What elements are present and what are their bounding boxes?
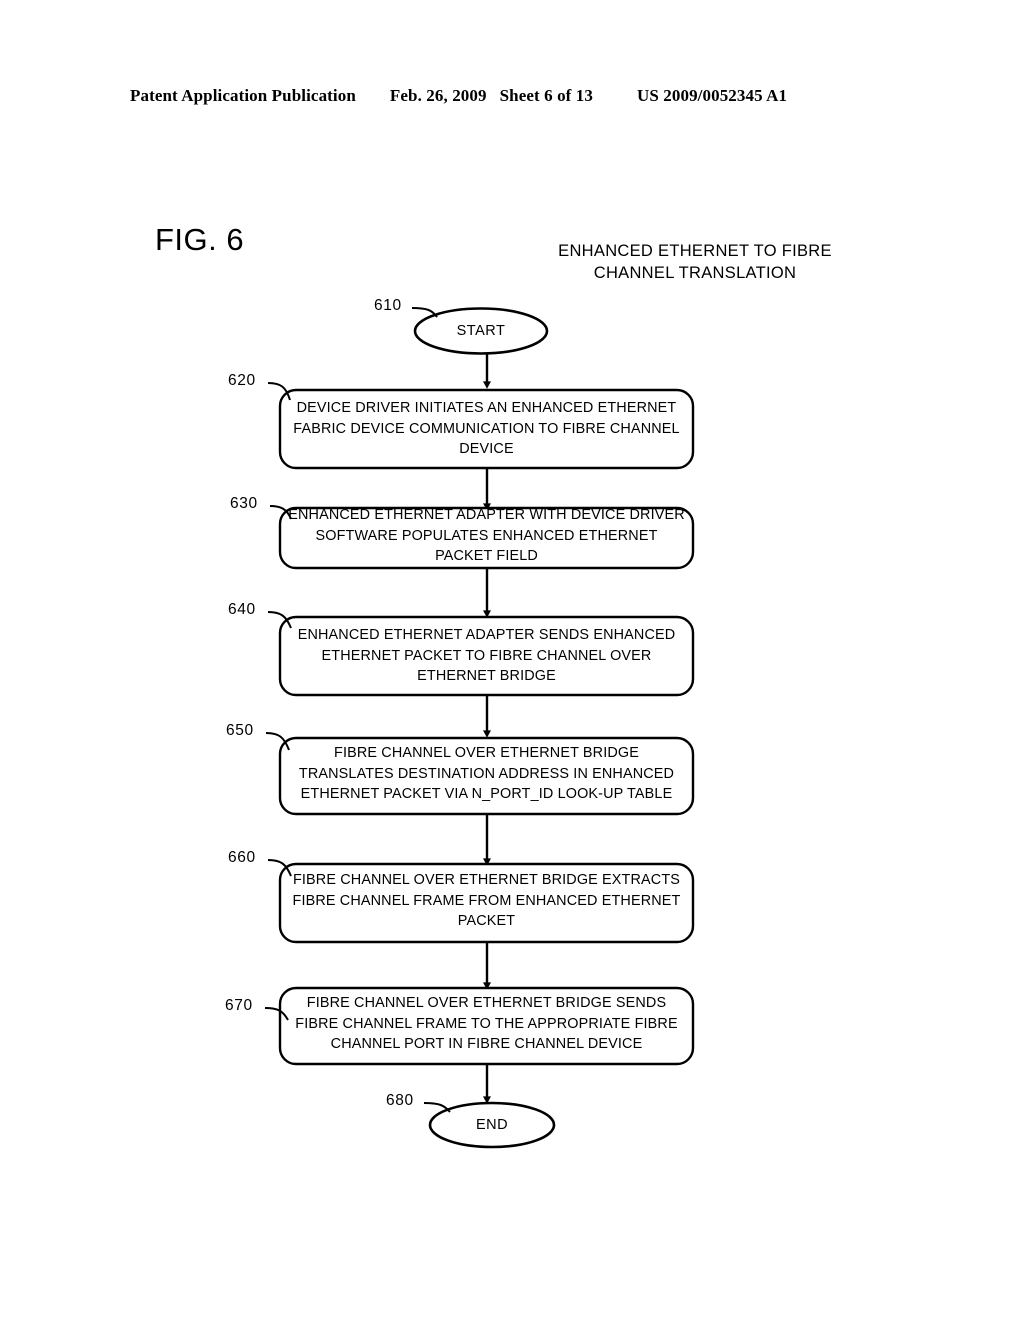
flow-node-650-label: FIBRE CHANNEL OVER ETHERNET BRIDGE TRANS…: [298, 745, 675, 803]
flow-node-640[interactable]: ENHANCED ETHERNET ADAPTER SENDS ENHANCED…: [283, 617, 690, 695]
figure-title: ENHANCED ETHERNET TO FIBRE CHANNEL TRANS…: [500, 240, 890, 284]
ref-numeral-640: 640: [228, 601, 256, 618]
flow-node-620[interactable]: DEVICE DRIVER INITIATES AN ENHANCED ETHE…: [283, 390, 690, 468]
figure-label: FIG. 6: [155, 222, 245, 257]
ref-numeral-630: 630: [230, 495, 258, 512]
flow-node-end[interactable]: END: [430, 1103, 554, 1148]
ref-numeral-670: 670: [225, 997, 253, 1014]
flow-node-630[interactable]: ENHANCED ETHERNET ADAPTER WITH DEVICE DR…: [281, 503, 692, 569]
flow-node-630-label: ENHANCED ETHERNET ADAPTER WITH DEVICE DR…: [288, 507, 685, 565]
figure-title-line-2: CHANNEL TRANSLATION: [593, 264, 797, 282]
ref-numeral-610: 610: [374, 297, 402, 314]
flow-node-start-label: START: [456, 323, 506, 340]
ref-numeral-620: 620: [228, 372, 256, 389]
ref-numeral-660: 660: [228, 849, 256, 866]
flow-node-end-label: END: [475, 1117, 509, 1134]
flow-node-670[interactable]: FIBRE CHANNEL OVER ETHERNET BRIDGE SENDS…: [281, 986, 692, 1062]
header-patent-number: US 2009/0052345 A1: [636, 86, 788, 105]
ref-numeral-680: 680: [386, 1092, 414, 1109]
flow-node-660-label: FIBRE CHANNEL OVER ETHERNET BRIDGE EXTRA…: [292, 872, 681, 930]
flow-node-670-label: FIBRE CHANNEL OVER ETHERNET BRIDGE SENDS…: [295, 995, 678, 1053]
flow-node-start[interactable]: START: [415, 309, 547, 354]
figure-title-line-1: ENHANCED ETHERNET TO FIBRE: [558, 242, 832, 260]
header-publication-label: Patent Application Publication: [130, 86, 356, 105]
flow-node-650[interactable]: FIBRE CHANNEL OVER ETHERNET BRIDGE TRANS…: [281, 736, 692, 812]
flow-node-660[interactable]: FIBRE CHANNEL OVER ETHERNET BRIDGE EXTRA…: [283, 862, 690, 940]
flow-node-620-label: DEVICE DRIVER INITIATES AN ENHANCED ETHE…: [293, 400, 680, 458]
flow-node-640-label: ENHANCED ETHERNET ADAPTER SENDS ENHANCED…: [297, 627, 676, 685]
header-sheet-label: Sheet 6 of 13: [499, 86, 593, 105]
ref-numeral-650: 650: [226, 722, 254, 739]
header-date-label: Feb. 26, 2009: [389, 86, 487, 105]
page-header: Patent Application Publication Feb. 26, …: [130, 86, 894, 110]
